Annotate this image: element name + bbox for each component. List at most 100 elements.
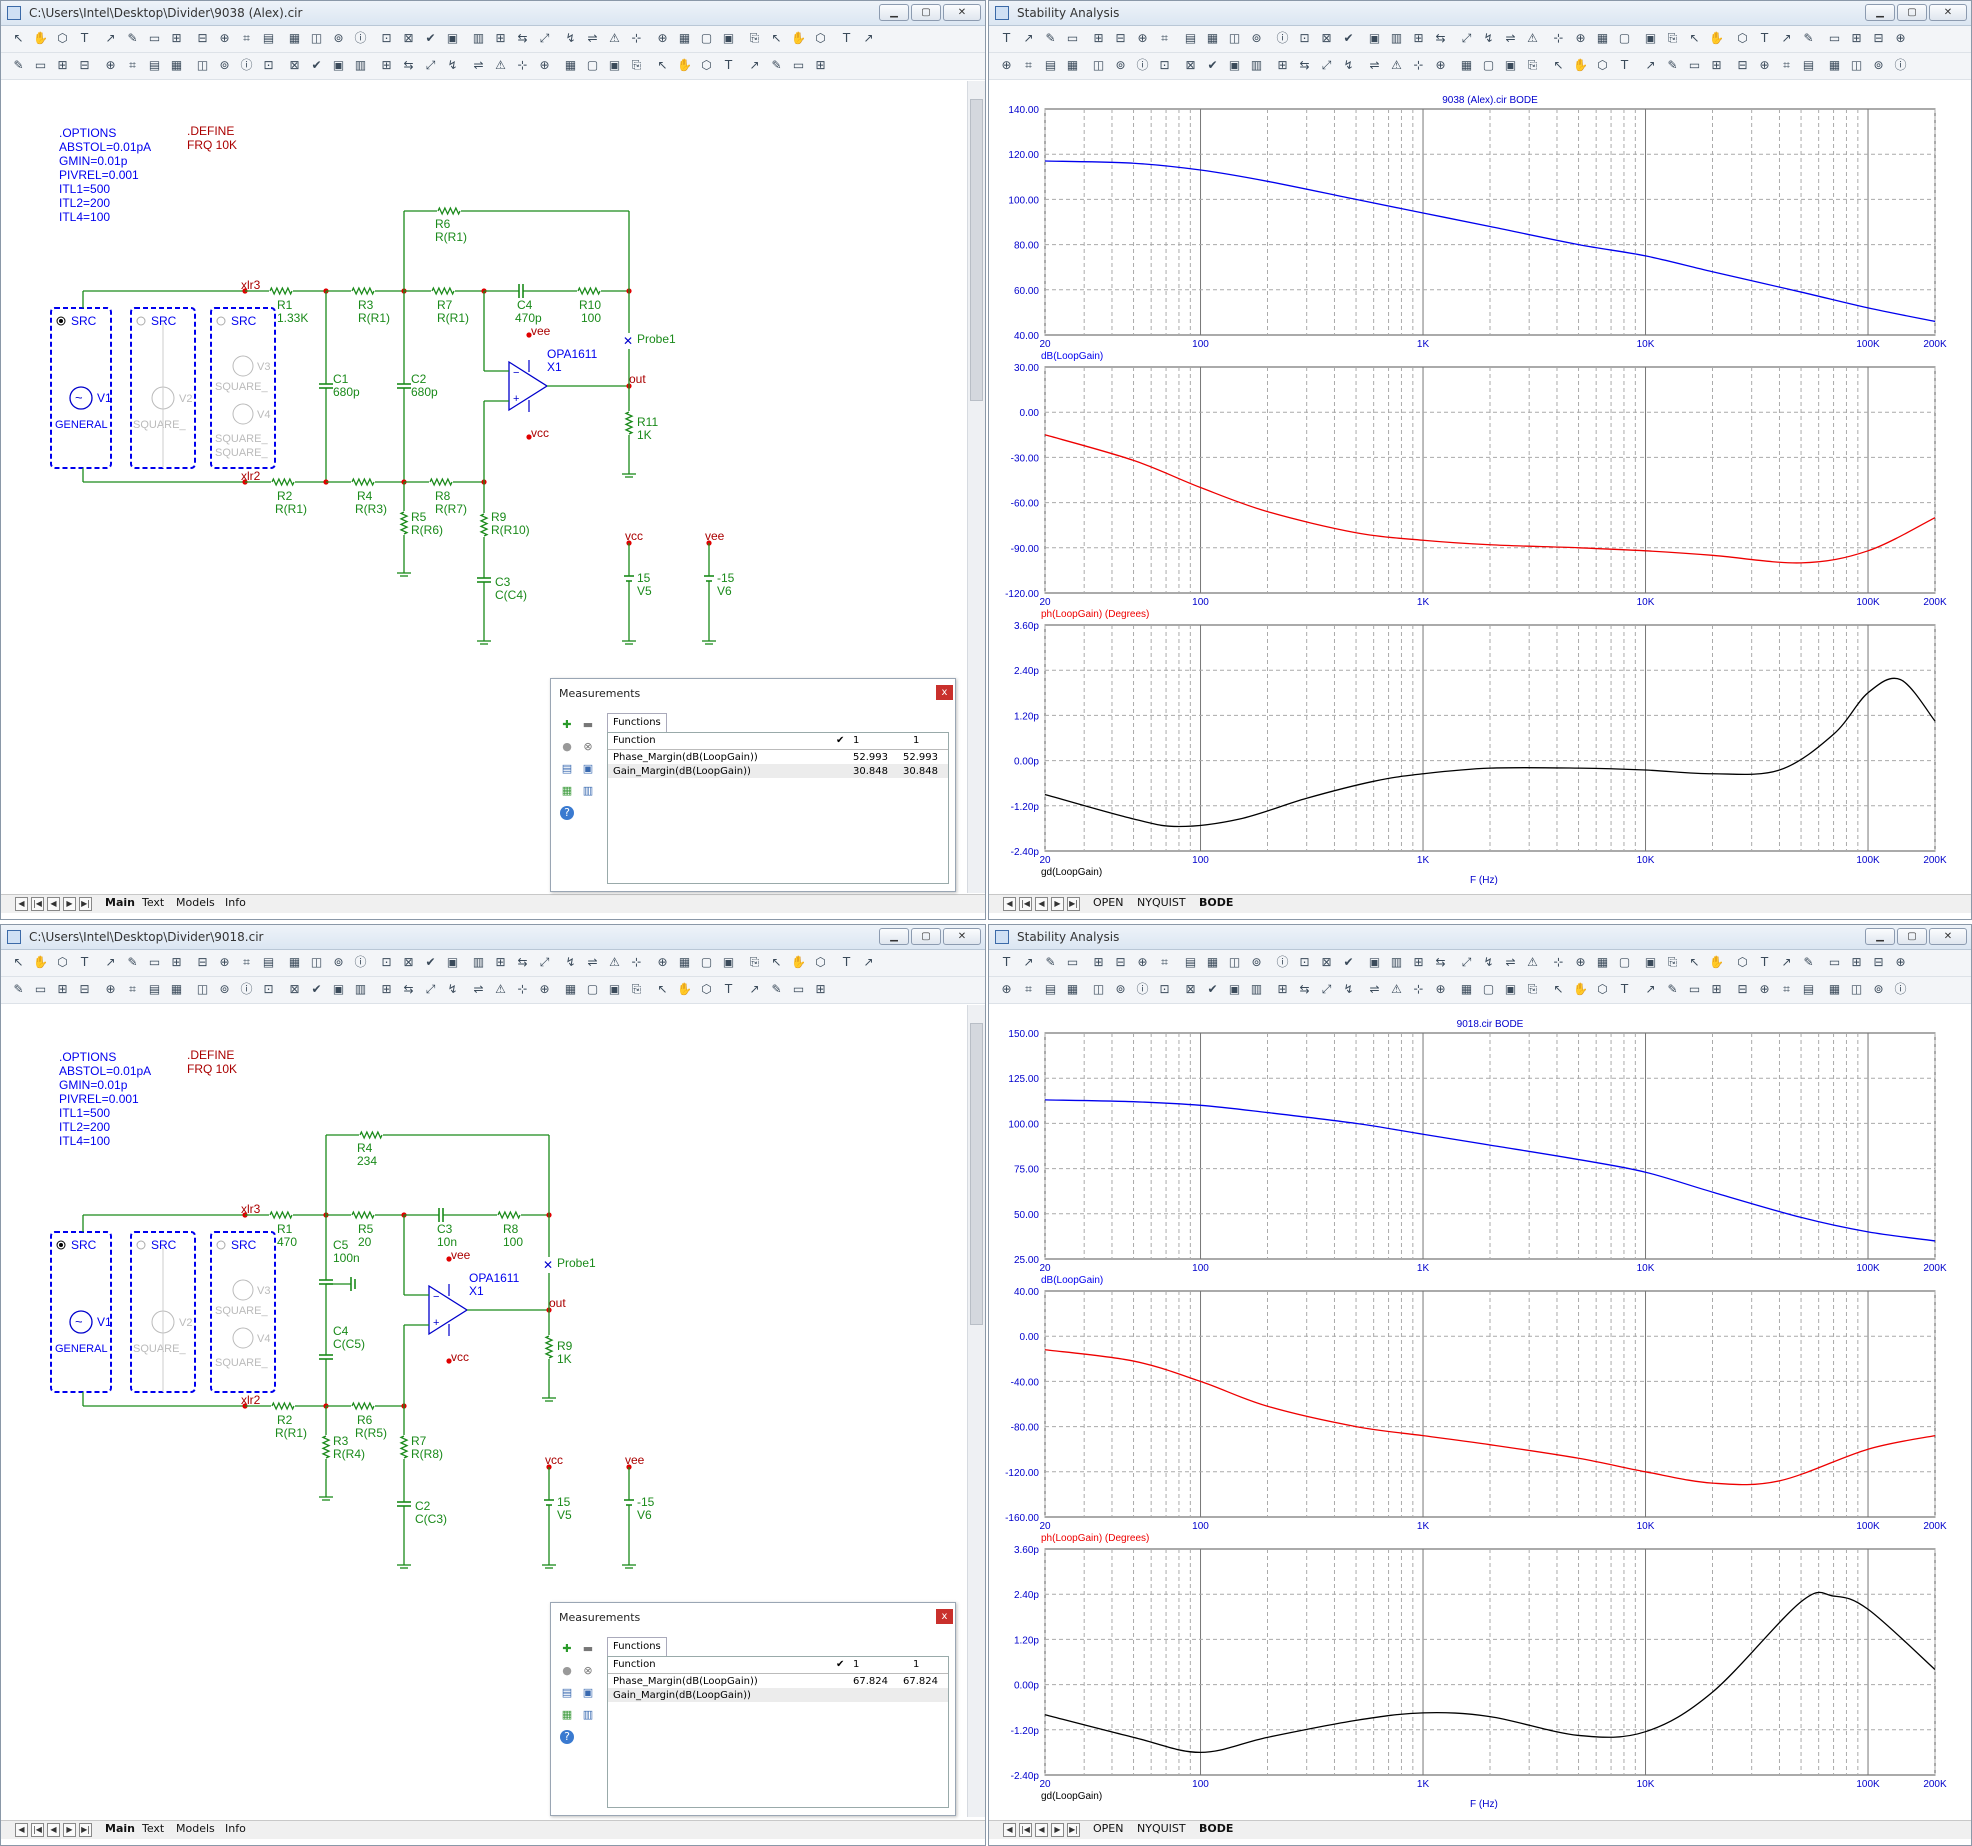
toolbar-tool-icon[interactable]: ↯: [445, 58, 460, 73]
toolbar-tool-icon[interactable]: ◫: [195, 58, 210, 73]
tab-nyquist[interactable]: NYQUIST: [1137, 1822, 1186, 1835]
toolbar-tool-icon[interactable]: ↗: [747, 982, 762, 997]
toolbar-tool-icon[interactable]: ⇌: [471, 982, 486, 997]
toolbar-tool-icon[interactable]: ⊟: [195, 955, 210, 970]
toolbar-tool-icon[interactable]: ▥: [353, 58, 368, 73]
tab-open[interactable]: OPEN: [1093, 896, 1123, 909]
minimize-button[interactable]: ▁: [879, 4, 909, 21]
toolbar-tool-icon[interactable]: ⇆: [1433, 955, 1448, 970]
toolbar-tool-icon[interactable]: ⓘ: [353, 31, 368, 46]
next-button[interactable]: ▶: [1051, 1823, 1064, 1837]
toolbar-tool-icon[interactable]: ⊡: [261, 58, 276, 73]
toolbar-tool-icon[interactable]: ▣: [1643, 955, 1658, 970]
toolbar-tool-icon[interactable]: ▤: [147, 58, 162, 73]
first-button[interactable]: ◀: [1003, 897, 1016, 911]
toolbar-tool-icon[interactable]: ⊠: [1319, 955, 1334, 970]
toolbar-tool-icon[interactable]: ▥: [1249, 58, 1264, 73]
toolbar-tool-icon[interactable]: ✋: [1709, 31, 1724, 46]
measurements-close-button[interactable]: x: [936, 1609, 953, 1624]
toolbar-tool-icon[interactable]: ▤: [261, 31, 276, 46]
toolbar-tool-icon[interactable]: ▣: [1227, 982, 1242, 997]
toolbar-tool-icon[interactable]: ⊞: [1709, 982, 1724, 997]
toolbar-tool-icon[interactable]: ✎: [11, 58, 26, 73]
toolbar-tool-icon[interactable]: ⌗: [1157, 955, 1172, 970]
col-function[interactable]: Function: [613, 735, 656, 746]
toolbar-tool-icon[interactable]: ✎: [769, 58, 784, 73]
toolbar-tool-icon[interactable]: ✔: [423, 955, 438, 970]
help-icon[interactable]: ?: [560, 1730, 574, 1744]
toolbar-tool-icon[interactable]: ▭: [33, 58, 48, 73]
prev2-button[interactable]: ◀: [1035, 897, 1048, 911]
toolbar-tool-icon[interactable]: ✎: [1801, 31, 1816, 46]
vertical-scrollbar[interactable]: [967, 1005, 985, 1817]
last-button[interactable]: ▶|: [1067, 897, 1080, 911]
toolbar-tool-icon[interactable]: ⊠: [1183, 982, 1198, 997]
toolbar-tool-icon[interactable]: ⊕: [1135, 955, 1150, 970]
toolbar-tool-icon[interactable]: ⎘: [1525, 58, 1540, 73]
toolbar-tool-icon[interactable]: ⊠: [287, 58, 302, 73]
toolbar-tool-icon[interactable]: ✔: [1341, 31, 1356, 46]
toolbar-tool-icon[interactable]: ⊹: [1551, 955, 1566, 970]
toolbar-tool-icon[interactable]: ▦: [1205, 31, 1220, 46]
close-button[interactable]: ✕: [1929, 928, 1967, 945]
toolbar-tool-icon[interactable]: ⤢: [1319, 58, 1334, 73]
prev-button[interactable]: |◀: [1019, 1823, 1032, 1837]
prev-sheet-button[interactable]: |◀: [31, 897, 44, 911]
vertical-scrollbar[interactable]: [967, 81, 985, 893]
toolbar-tool-icon[interactable]: ⇌: [1503, 31, 1518, 46]
toolbar-tool-icon[interactable]: ⊕: [1573, 955, 1588, 970]
tab-functions[interactable]: Functions: [607, 1637, 667, 1657]
toolbar-tool-icon[interactable]: ⤢: [537, 31, 552, 46]
toolbar-tool-icon[interactable]: ⬡: [813, 31, 828, 46]
toolbar-tool-icon[interactable]: ⊟: [1113, 955, 1128, 970]
toolbar-tool-icon[interactable]: ⊕: [655, 955, 670, 970]
toolbar-tool-icon[interactable]: ⊕: [103, 982, 118, 997]
toolbar-tool-icon[interactable]: ▣: [331, 58, 346, 73]
toolbar-tool-icon[interactable]: ↗: [1021, 955, 1036, 970]
toolbar-tool-icon[interactable]: ▣: [1227, 58, 1242, 73]
toolbar-tool-icon[interactable]: ⚠: [607, 955, 622, 970]
toolbar-tool-icon[interactable]: ⊞: [493, 955, 508, 970]
toolbar-tool-icon[interactable]: ▦: [563, 58, 578, 73]
toolbar-tool-icon[interactable]: ✎: [1043, 31, 1058, 46]
toolbar-tool-icon[interactable]: ⊞: [1275, 982, 1290, 997]
toolbar-tool-icon[interactable]: ▤: [1801, 58, 1816, 73]
toolbar-tool-icon[interactable]: ▣: [1503, 58, 1518, 73]
toolbar-tool-icon[interactable]: ⊞: [169, 955, 184, 970]
toolbar-tool-icon[interactable]: ▭: [791, 982, 806, 997]
toolbar-tool-icon[interactable]: ↖: [11, 31, 26, 46]
tab-main[interactable]: Main: [105, 896, 135, 909]
toolbar-tool-icon[interactable]: ⊠: [1319, 31, 1334, 46]
toolbar-tool-icon[interactable]: ◫: [1227, 31, 1242, 46]
toolbar-tool-icon[interactable]: ▭: [147, 955, 162, 970]
toolbar-tool-icon[interactable]: ▭: [1065, 955, 1080, 970]
toolbar-tool-icon[interactable]: ▦: [677, 955, 692, 970]
toolbar-tool-icon[interactable]: ⊠: [1183, 58, 1198, 73]
toolbar-tool-icon[interactable]: ⊞: [55, 58, 70, 73]
add-icon[interactable]: ✚: [560, 718, 574, 732]
toolbar-tool-icon[interactable]: ▦: [1827, 982, 1842, 997]
toolbar-tool-icon[interactable]: ⚠: [1389, 982, 1404, 997]
delete-icon[interactable]: ⊗: [581, 1664, 595, 1678]
toolbar-tool-icon[interactable]: ⊞: [1275, 58, 1290, 73]
toolbar-tool-icon[interactable]: ⊹: [629, 31, 644, 46]
toolbar-tool-icon[interactable]: ⊞: [813, 982, 828, 997]
toolbar-tool-icon[interactable]: ⊕: [655, 31, 670, 46]
toolbar-tool-icon[interactable]: ▢: [1617, 31, 1632, 46]
toolbar-tool-icon[interactable]: ▣: [445, 31, 460, 46]
tab-bode[interactable]: BODE: [1199, 1822, 1233, 1835]
toolbar-tool-icon[interactable]: ⌗: [125, 58, 140, 73]
toolbar-tool-icon[interactable]: ⊕: [537, 982, 552, 997]
toolbar-tool-icon[interactable]: ✋: [33, 955, 48, 970]
toolbar-tool-icon[interactable]: ⇌: [585, 955, 600, 970]
toolbar-tool-icon[interactable]: T: [1757, 955, 1772, 970]
remove-icon[interactable]: ▬: [581, 718, 595, 732]
toolbar-tool-icon[interactable]: ⊞: [1091, 955, 1106, 970]
toolbar-tool-icon[interactable]: ↖: [1551, 982, 1566, 997]
toolbar-tool-icon[interactable]: ⊚: [217, 58, 232, 73]
tab-functions[interactable]: Functions: [607, 713, 667, 733]
toolbar-tool-icon[interactable]: ▤: [147, 982, 162, 997]
toolbar-tool-icon[interactable]: ⇌: [585, 31, 600, 46]
maximize-button[interactable]: ▢: [911, 928, 941, 945]
toolbar-tool-icon[interactable]: ⚠: [607, 31, 622, 46]
